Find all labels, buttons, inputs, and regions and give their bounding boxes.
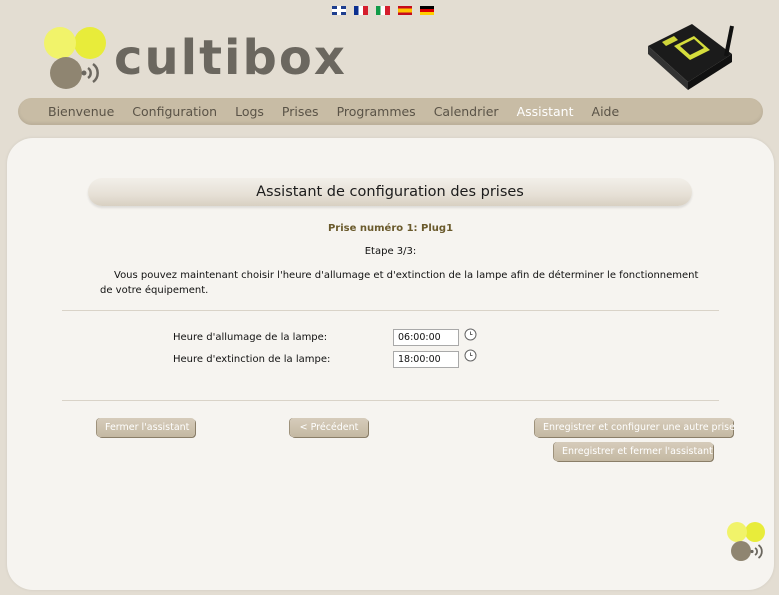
close-wizard-button[interactable]: Fermer l'assistant <box>97 418 195 437</box>
main-nav: Bienvenue Configuration Logs Prises Prog… <box>18 98 763 125</box>
uk-flag-icon[interactable] <box>332 6 346 15</box>
wizard-title: Assistant de configuration des prises <box>88 178 692 206</box>
cultibox-device-image <box>648 24 734 90</box>
previous-button[interactable]: < Précédent <box>290 418 368 437</box>
on-time-input[interactable] <box>393 329 459 346</box>
plug-title: Prise numéro 1: Plug1 <box>327 223 454 234</box>
nav-calendrier[interactable]: Calendrier <box>434 104 499 119</box>
cultibox-logo-icon <box>44 27 106 89</box>
spain-flag-icon[interactable] <box>398 6 412 15</box>
save-and-close-button[interactable]: Enregistrer et fermer l'assistant <box>554 442 713 461</box>
nav-programmes[interactable]: Programmes <box>337 104 416 119</box>
italy-flag-icon[interactable] <box>376 6 390 15</box>
divider <box>62 400 719 401</box>
brand-name: cultibox <box>114 30 347 86</box>
clock-icon[interactable] <box>464 328 477 341</box>
nav-prises[interactable]: Prises <box>282 104 319 119</box>
nav-logs[interactable]: Logs <box>235 104 264 119</box>
nav-assistant[interactable]: Assistant <box>517 104 574 119</box>
on-time-label: Heure d'allumage de la lampe: <box>173 332 328 343</box>
nav-bienvenue[interactable]: Bienvenue <box>48 104 114 119</box>
nav-aide[interactable]: Aide <box>592 104 620 119</box>
divider <box>62 310 719 311</box>
cultibox-logo[interactable]: cultibox <box>42 24 372 92</box>
clock-icon[interactable] <box>464 349 477 362</box>
france-flag-icon[interactable] <box>354 6 368 15</box>
step-indicator: Etape 3/3: <box>364 246 417 257</box>
language-selector <box>332 6 434 15</box>
nav-configuration[interactable]: Configuration <box>132 104 217 119</box>
save-and-next-plug-button[interactable]: Enregistrer et configurer une autre pris… <box>535 418 735 437</box>
wizard-panel: Assistant de configuration des prises Pr… <box>7 138 774 590</box>
wizard-description: Vous pouvez maintenant choisir l'heure d… <box>100 270 699 296</box>
germany-flag-icon[interactable] <box>420 6 434 15</box>
off-time-input[interactable] <box>393 351 459 368</box>
off-time-label: Heure d'extinction de la lampe: <box>173 354 331 365</box>
cultibox-small-logo-icon <box>727 522 765 561</box>
